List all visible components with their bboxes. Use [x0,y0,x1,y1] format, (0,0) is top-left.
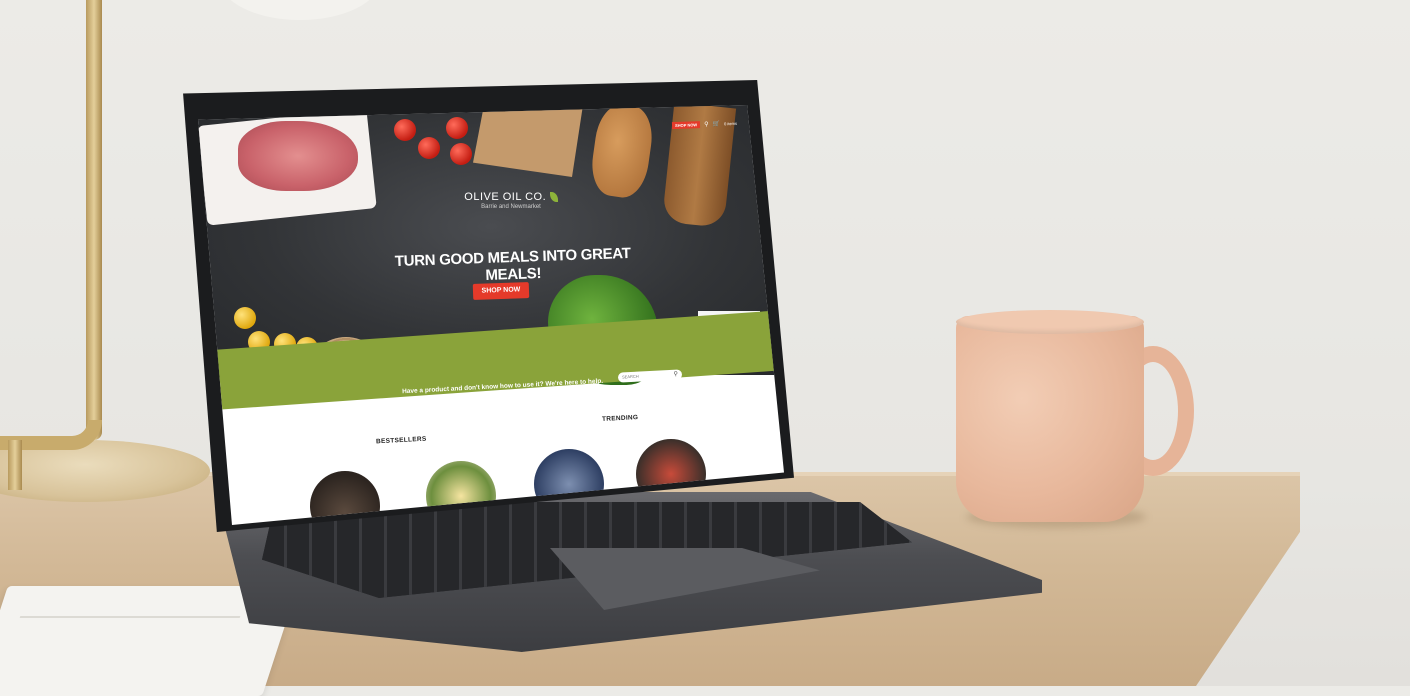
bestsellers-heading: BESTSELLERS [375,435,427,446]
tomato [450,143,472,165]
tomato [418,137,440,159]
search-icon[interactable]: ⚲ [673,370,678,380]
yellow-tomato [234,307,256,329]
cart-icon[interactable]: 🛒 [712,120,720,127]
prosciutto [238,121,358,191]
hero-shop-now-button[interactable]: SHOP NOW [472,282,530,300]
search-placeholder: SEARCH [621,373,639,380]
cart-count[interactable]: 0 items [724,121,737,126]
logo-name: OLIVE OIL CO. [456,191,566,203]
laptop-screen: SHOP NOW ⚲ 🛒 0 items OLIVE OIL CO. Barri… [198,105,784,525]
parchment-paper [473,105,583,177]
logo-subtitle: Barrie and Newmarket [481,204,541,210]
bread-loaf [587,105,657,201]
site-logo[interactable]: OLIVE OIL CO. Barrie and Newmarket [456,191,566,210]
tomato [446,117,468,139]
lamp-neck [8,440,22,490]
coffee-mug [956,316,1144,522]
search-input[interactable]: SEARCH ⚲ [617,369,683,383]
tomato [394,119,416,141]
notebook-line [19,616,241,618]
olive-leaf-icon [549,192,558,202]
lamp-pole [86,0,102,440]
trending-heading: TRENDING [601,414,639,423]
search-icon[interactable]: ⚲ [704,121,709,128]
top-shop-now-button[interactable]: SHOP NOW [671,121,701,130]
mug-rim [956,310,1144,334]
lamp-globe [220,0,380,20]
